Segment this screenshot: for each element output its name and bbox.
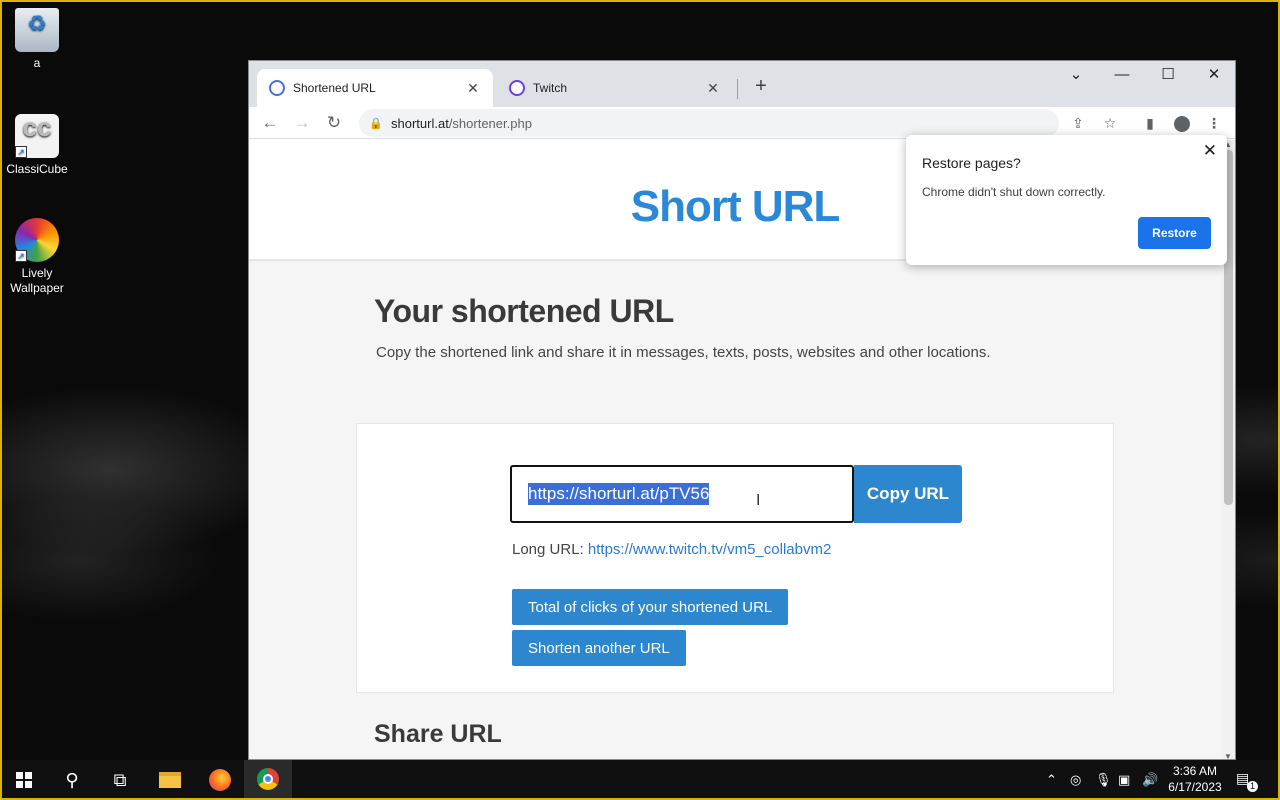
volume-icon[interactable]: 🔊: [1142, 760, 1158, 800]
notification-badge: 1: [1247, 781, 1258, 792]
total-clicks-button[interactable]: Total of clicks of your shortened URL: [512, 589, 789, 625]
shortened-url-input[interactable]: https://shorturl.at/pTV56 I: [510, 465, 854, 523]
popup-body: Chrome didn't shut down correctly.: [922, 185, 1106, 199]
firefox-button[interactable]: [196, 760, 244, 800]
back-button[interactable]: ←: [257, 110, 283, 136]
tab-title: Shortened URL: [293, 81, 376, 95]
maximize-button[interactable]: ☐: [1145, 61, 1191, 91]
page-heading: Your shortened URL: [374, 293, 674, 329]
close-tab-icon[interactable]: ✕: [465, 80, 481, 97]
folder-icon: [159, 772, 181, 788]
long-url-link[interactable]: https://www.twitch.tv/vm5_collabvm2: [588, 541, 831, 558]
desktop-icon-recycle-bin[interactable]: a: [1, 8, 73, 71]
notification-center-icon[interactable]: ▤ 1: [1236, 770, 1258, 792]
microphone-icon[interactable]: 🎙: [1095, 760, 1112, 800]
popup-title: Restore pages?: [922, 155, 1021, 171]
text-cursor-icon: I: [756, 492, 761, 509]
taskbar-clock[interactable]: 3:36 AM 6/17/2023: [1164, 763, 1226, 795]
profile-avatar-icon: [1174, 116, 1190, 133]
url-path: /shortener.php: [448, 115, 532, 131]
tray-overflow-icon[interactable]: ⌃: [1046, 760, 1057, 800]
recycle-bin-icon: [15, 8, 59, 52]
firefox-icon: [209, 769, 231, 791]
new-tab-button[interactable]: +: [747, 73, 775, 101]
tab-search-button[interactable]: ⌄: [1053, 61, 1099, 91]
restore-button[interactable]: Restore: [1138, 217, 1211, 249]
start-button[interactable]: [0, 760, 48, 800]
tab-strip: Shortened URL ✕ Twitch ✕ + ⌄ — ☐ ✕: [249, 61, 1235, 107]
shortcut-arrow-icon: ↗: [15, 250, 27, 262]
menu-kebab-icon[interactable]: ⋮: [1201, 110, 1227, 136]
result-card: https://shorturl.at/pTV56 I Copy URL Lon…: [356, 423, 1114, 693]
clock-date: 6/17/2023: [1168, 780, 1222, 794]
tab-shortened-url[interactable]: Shortened URL ✕: [257, 69, 493, 107]
file-explorer-button[interactable]: [146, 760, 194, 800]
taskbar: ⚲ ⧉ ⌃ ◎ 🎙 ▣ 🔊 3:36 AM 6/17/2023 ▤ 1: [0, 760, 1280, 800]
close-popup-icon[interactable]: ✕: [1203, 141, 1217, 161]
tab-twitch[interactable]: Twitch ✕: [497, 69, 733, 107]
tab-separator: [737, 79, 738, 99]
desktop-icon-label: Lively Wallpaper: [10, 266, 64, 295]
twitch-favicon-icon: [509, 80, 525, 96]
url-domain: shorturl.at: [391, 115, 449, 131]
windows-logo-icon: [16, 772, 32, 788]
close-window-button[interactable]: ✕: [1191, 61, 1235, 91]
task-view-icon[interactable]: ⧉: [96, 760, 144, 800]
scroll-down-arrow-icon[interactable]: ▼: [1224, 752, 1232, 759]
side-panel-icon[interactable]: ▮: [1137, 110, 1163, 136]
copy-url-button[interactable]: Copy URL: [854, 465, 962, 523]
chrome-button[interactable]: [244, 760, 292, 800]
classicube-icon: ↗: [15, 114, 59, 158]
shorturl-favicon-icon: [269, 80, 285, 96]
bookmark-star-icon[interactable]: ☆: [1097, 110, 1123, 136]
shorten-another-button[interactable]: Shorten another URL: [512, 630, 686, 666]
search-icon[interactable]: ⚲: [48, 760, 96, 800]
long-url-row: Long URL: https://www.twitch.tv/vm5_coll…: [512, 541, 831, 558]
selected-url-text: https://shorturl.at/pTV56: [528, 483, 710, 505]
desktop-icon-label: ClassiCube: [6, 162, 68, 176]
reload-button[interactable]: ↻: [321, 110, 347, 136]
lively-wallpaper-icon: ↗: [15, 218, 59, 262]
share-url-heading: Share URL: [374, 720, 502, 748]
lock-icon: 🔒: [369, 117, 383, 130]
desktop-icon-lively-wallpaper[interactable]: ↗ Lively Wallpaper: [1, 218, 73, 296]
tab-title: Twitch: [533, 81, 568, 95]
address-bar[interactable]: 🔒 shorturl.at/shortener.php: [359, 109, 1059, 137]
tray-app-icon[interactable]: ◎: [1070, 760, 1081, 800]
forward-button[interactable]: →: [289, 110, 315, 136]
close-tab-icon[interactable]: ✕: [705, 80, 721, 97]
share-icon[interactable]: ⇪: [1065, 110, 1091, 136]
shortcut-arrow-icon: ↗: [15, 146, 27, 158]
profile-button[interactable]: [1169, 110, 1195, 136]
minimize-button[interactable]: —: [1099, 61, 1145, 91]
chrome-icon: [257, 768, 279, 790]
site-logo-title[interactable]: Short URL: [631, 182, 841, 232]
page-subtext: Copy the shortened link and share it in …: [376, 344, 991, 361]
network-icon[interactable]: ▣: [1118, 760, 1130, 800]
desktop-icon-classicube[interactable]: ↗ ClassiCube: [1, 114, 73, 177]
long-url-label: Long URL:: [512, 541, 584, 558]
restore-pages-popup: Restore pages? Chrome didn't shut down c…: [906, 135, 1227, 265]
clock-time: 3:36 AM: [1172, 764, 1218, 778]
desktop-icon-label: a: [33, 56, 41, 70]
